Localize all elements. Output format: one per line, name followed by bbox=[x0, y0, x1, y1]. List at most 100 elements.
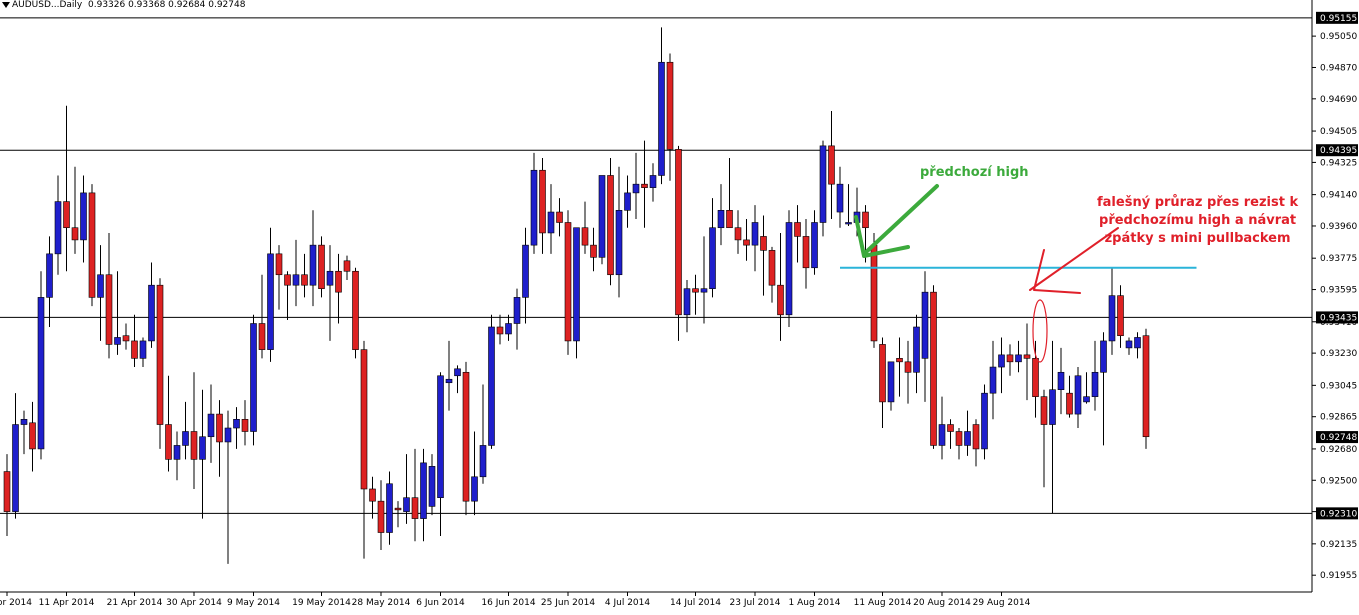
candle-bull bbox=[505, 323, 512, 335]
candle-bull bbox=[1125, 340, 1133, 349]
candle-bull bbox=[479, 445, 487, 478]
candle-bull bbox=[46, 253, 53, 298]
candle-bull bbox=[522, 244, 529, 298]
candle-bear bbox=[1142, 335, 1150, 438]
candle-bull bbox=[938, 424, 946, 446]
candle-bull bbox=[819, 145, 827, 223]
candle-bear bbox=[394, 507, 402, 511]
price-axis-background bbox=[1312, 0, 1359, 592]
candle-bear bbox=[105, 274, 113, 345]
x-tick-label: 28 May 2014 bbox=[352, 598, 411, 608]
y-tick-label: 0.92865 bbox=[1320, 413, 1357, 423]
candle-bear bbox=[165, 424, 172, 460]
candle-bull bbox=[114, 337, 121, 345]
chart-container: AUDUSD...Daily 0.93326 0.93368 0.92684 0… bbox=[0, 0, 1359, 611]
candle-bear bbox=[275, 253, 283, 276]
symbol-name: AUDUSD...Daily bbox=[12, 0, 83, 10]
annotation-previous-high: předchozí high bbox=[920, 165, 1029, 180]
y-tick-label: 0.94325 bbox=[1320, 158, 1357, 168]
candle-bear bbox=[352, 270, 359, 350]
candle-bear bbox=[216, 413, 223, 443]
x-tick-label: 14 Jul 2014 bbox=[670, 598, 721, 608]
y-tick-label: 0.91955 bbox=[1320, 571, 1357, 581]
candle-bear bbox=[590, 244, 597, 258]
candle-bear bbox=[1117, 295, 1124, 337]
candle-bear bbox=[462, 371, 470, 502]
x-tick-label: 19 May 2014 bbox=[292, 598, 351, 608]
candle-bull bbox=[148, 284, 155, 342]
candle-bull bbox=[709, 227, 716, 289]
candle-bull bbox=[420, 462, 427, 519]
price-chart[interactable]: 0.95050 0.94870 0.94690 0.94505 0.94325 0.941… bbox=[0, 0, 1359, 611]
price-level-label: 0.95155 bbox=[1320, 14, 1357, 24]
candle-bear bbox=[828, 145, 835, 185]
candle-bull bbox=[836, 183, 844, 213]
candle-bear bbox=[29, 422, 36, 450]
candle-bear bbox=[726, 210, 733, 229]
candle-bull bbox=[1015, 354, 1022, 363]
candle-bull bbox=[573, 227, 580, 342]
candle-bull bbox=[530, 169, 538, 246]
candle-bull bbox=[913, 326, 920, 373]
candle-bear bbox=[496, 326, 504, 335]
candle-bear bbox=[1023, 354, 1031, 359]
candle-bull bbox=[700, 288, 708, 293]
price-level-label: 0.94395 bbox=[1320, 146, 1357, 156]
candle-bull bbox=[233, 419, 240, 429]
candle-bear bbox=[539, 169, 546, 234]
candle-bull bbox=[751, 222, 759, 246]
symbol-header: AUDUSD...Daily 0.93326 0.93368 0.92684 0… bbox=[0, 0, 245, 12]
candle-bull bbox=[454, 368, 461, 377]
candle-bull bbox=[80, 192, 87, 241]
x-tick-label: 4 Jul 2014 bbox=[605, 598, 650, 608]
candle-bear bbox=[318, 244, 325, 289]
candle-bull bbox=[921, 291, 929, 359]
candle-bull bbox=[224, 427, 232, 443]
candle-bear bbox=[794, 222, 801, 237]
candle-bull bbox=[1134, 337, 1141, 349]
candle-bear bbox=[377, 500, 385, 533]
candle-bear bbox=[743, 239, 750, 246]
candle-bull bbox=[989, 366, 997, 394]
candle-bear bbox=[802, 236, 810, 269]
x-tick-label: 2 Apr 2014 bbox=[0, 598, 32, 608]
candle-bear bbox=[692, 288, 699, 293]
candle-bull bbox=[1057, 371, 1065, 390]
x-tick-label: 25 Jun 2014 bbox=[541, 598, 595, 608]
candle-bear bbox=[3, 471, 11, 512]
candle-bear bbox=[258, 323, 266, 350]
candle-bear bbox=[641, 183, 648, 188]
candle-bull bbox=[428, 466, 436, 507]
candles-group bbox=[3, 27, 1150, 564]
y-tick-label: 0.94870 bbox=[1320, 63, 1357, 73]
x-tick-label: 23 Jul 2014 bbox=[730, 598, 781, 608]
y-tick-label: 0.94690 bbox=[1320, 95, 1357, 105]
dropdown-triangle-icon[interactable] bbox=[2, 1, 10, 8]
candle-bear bbox=[343, 260, 351, 272]
y-tick-label: 0.93775 bbox=[1320, 254, 1357, 264]
candle-bear bbox=[131, 340, 138, 359]
candle-bull bbox=[437, 375, 444, 498]
candle-bull bbox=[811, 222, 818, 269]
candle-bull bbox=[1100, 340, 1107, 373]
candle-bear bbox=[88, 192, 96, 298]
candle-bear bbox=[1006, 354, 1014, 363]
candle-bear bbox=[1066, 392, 1073, 415]
x-tick-label: 11 Apr 2014 bbox=[39, 598, 95, 608]
x-tick-label: 29 Aug 2014 bbox=[973, 598, 1031, 608]
candle-bear bbox=[666, 61, 674, 150]
candle-bull bbox=[785, 222, 793, 316]
candle-bull bbox=[386, 483, 393, 533]
y-tick-label: 0.92135 bbox=[1320, 540, 1357, 550]
x-tick-label: 30 Apr 2014 bbox=[166, 598, 222, 608]
candle-bear bbox=[564, 222, 572, 342]
candle-bull bbox=[624, 192, 631, 211]
candle-bear bbox=[411, 497, 419, 519]
candle-bull bbox=[403, 497, 410, 512]
candle-bull bbox=[658, 61, 665, 176]
candle-bull bbox=[199, 436, 206, 460]
candle-bull bbox=[1091, 371, 1099, 397]
candle-bear bbox=[777, 284, 784, 316]
candle-bull bbox=[445, 378, 453, 384]
price-level-label: 0.93435 bbox=[1320, 313, 1357, 323]
